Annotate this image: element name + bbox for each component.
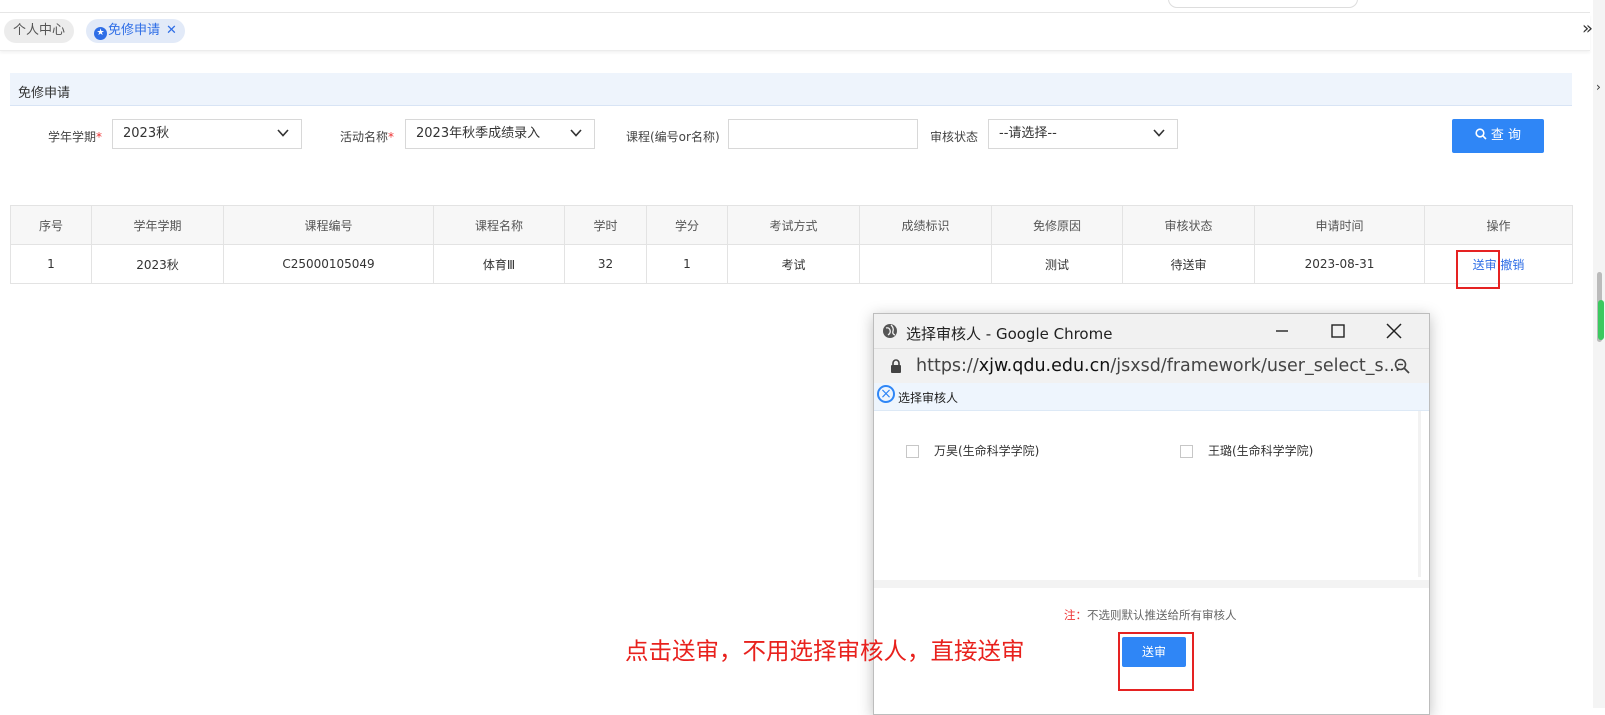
candidate-checkbox[interactable] bbox=[1180, 445, 1193, 458]
activity-select-value: 2023年秋季成绩录入 bbox=[416, 126, 541, 141]
instruction-annotation: 点击送审，不用选择审核人，直接送审 bbox=[625, 637, 1025, 665]
column-header: 审核状态 bbox=[1122, 205, 1255, 245]
highlight-box bbox=[1118, 632, 1194, 691]
dialog-header: × 选择审核人 bbox=[874, 383, 1429, 411]
url-text: https://xjw.qdu.edu.cn/jsxsd/framework/u… bbox=[916, 356, 1401, 376]
table-cell: 32 bbox=[564, 244, 647, 284]
table-cell: C25000105049 bbox=[223, 244, 434, 284]
lock-icon bbox=[891, 359, 901, 373]
top-search-input[interactable] bbox=[1168, 0, 1358, 8]
close-icon[interactable]: ✕ bbox=[166, 23, 177, 38]
table-cell: 待送审 bbox=[1122, 244, 1255, 284]
tab-label: 免修申请 bbox=[108, 23, 161, 38]
chevron-down-icon bbox=[1153, 129, 1165, 137]
maximize-icon[interactable] bbox=[1328, 321, 1348, 341]
query-button-label: 查 询 bbox=[1490, 128, 1522, 143]
table-cell: 1 bbox=[10, 244, 92, 284]
dialog-note: 注：不选则默认推送给所有审核人 bbox=[1064, 608, 1237, 622]
globe-icon bbox=[883, 324, 897, 338]
window-title: 选择审核人 - Google Chrome bbox=[906, 325, 1113, 343]
chevron-down-icon bbox=[277, 129, 289, 137]
column-header: 免修原因 bbox=[991, 205, 1123, 245]
candidate-label: 万昊(生命科学学院) bbox=[934, 444, 1040, 458]
window-title-bar: 选择审核人 - Google Chrome bbox=[874, 314, 1429, 348]
revoke-link[interactable]: 撤销 bbox=[1500, 258, 1524, 272]
column-header: 考试方式 bbox=[727, 205, 860, 245]
candidate-label: 王璐(生命科学学院) bbox=[1208, 444, 1314, 458]
column-header: 成绩标识 bbox=[859, 205, 992, 245]
tab-bar: 个人中心 ★ 免修申请 ✕ bbox=[0, 14, 1590, 51]
activity-select[interactable]: 2023年秋季成绩录入 bbox=[405, 119, 595, 149]
status-select-value: --请选择-- bbox=[999, 126, 1057, 141]
table-cell: 体育Ⅲ bbox=[433, 244, 565, 284]
scroll-indicator bbox=[1598, 300, 1604, 340]
course-label: 课程(编号or名称) bbox=[626, 130, 720, 144]
table-cell: 2023秋 bbox=[91, 244, 224, 284]
scrollbar[interactable] bbox=[1593, 0, 1605, 708]
column-header: 序号 bbox=[10, 205, 92, 245]
close-dialog-icon[interactable]: × bbox=[877, 385, 895, 403]
status-select[interactable]: --请选择-- bbox=[988, 119, 1178, 149]
highlight-box bbox=[1456, 250, 1500, 289]
table-cell: 1 bbox=[646, 244, 728, 284]
star-icon: ★ bbox=[94, 27, 107, 40]
table-cell: 2023-08-31 bbox=[1254, 244, 1425, 284]
tab-label: 个人中心 bbox=[13, 23, 66, 38]
column-header: 课程名称 bbox=[433, 205, 565, 245]
column-header: 申请时间 bbox=[1254, 205, 1425, 245]
column-header: 学年学期 bbox=[91, 205, 224, 245]
candidate-checkbox[interactable] bbox=[906, 445, 919, 458]
column-header: 学时 bbox=[564, 205, 647, 245]
panel-title: 免修申请 bbox=[18, 86, 71, 101]
dialog-title: 选择审核人 bbox=[898, 391, 959, 405]
table-header-row: 序号 学年学期 课程编号 课程名称 学时 学分 考试方式 成绩标识 免修原因 审… bbox=[10, 205, 1573, 245]
term-select[interactable]: 2023秋 bbox=[112, 119, 302, 149]
status-label: 审核状态 bbox=[930, 130, 979, 144]
search-icon bbox=[1475, 128, 1487, 140]
term-label: 学年学期* bbox=[48, 130, 103, 144]
chevron-down-icon bbox=[570, 129, 582, 137]
address-bar[interactable]: https://xjw.qdu.edu.cn/jsxsd/framework/u… bbox=[874, 348, 1429, 384]
panel-header bbox=[10, 73, 1572, 106]
application-table: 序号 学年学期 课程编号 课程名称 学时 学分 考试方式 成绩标识 免修原因 审… bbox=[10, 205, 1573, 284]
tab-personal-center[interactable]: 个人中心 bbox=[4, 19, 75, 43]
course-input[interactable] bbox=[728, 119, 918, 149]
close-window-icon[interactable] bbox=[1384, 321, 1404, 341]
term-select-value: 2023秋 bbox=[123, 126, 170, 141]
tab-exemption-application[interactable]: ★ 免修申请 ✕ bbox=[86, 19, 185, 43]
side-glyph: › bbox=[1596, 80, 1601, 94]
table-cell bbox=[859, 244, 992, 284]
column-header: 学分 bbox=[646, 205, 728, 245]
query-button[interactable]: 查 询 bbox=[1452, 119, 1544, 153]
table-row: 1 2023秋 C25000105049 体育Ⅲ 32 1 考试 测试 待送审 … bbox=[10, 244, 1573, 284]
activity-label: 活动名称* bbox=[340, 130, 395, 144]
zoom-out-icon[interactable] bbox=[1394, 358, 1410, 374]
divider bbox=[874, 580, 1429, 588]
table-cell: 考试 bbox=[727, 244, 860, 284]
double-chevron-right-icon[interactable]: » bbox=[1582, 18, 1593, 39]
column-header: 操作 bbox=[1424, 205, 1573, 245]
table-cell: 测试 bbox=[991, 244, 1123, 284]
minimize-icon[interactable] bbox=[1272, 321, 1292, 341]
candidate-list: 万昊(生命科学学院) 王璐(生命科学学院) bbox=[878, 411, 1421, 577]
column-header: 课程编号 bbox=[223, 205, 434, 245]
